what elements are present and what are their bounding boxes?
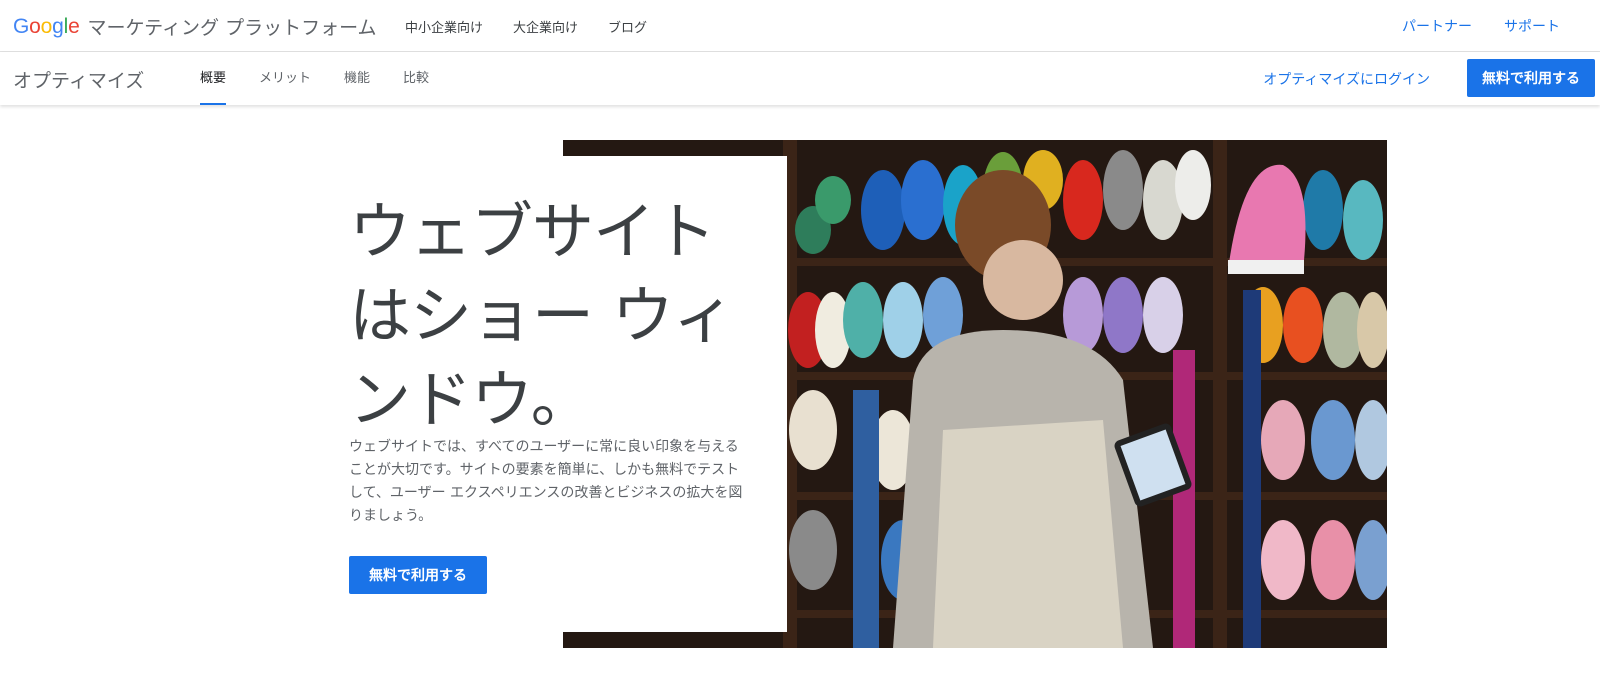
hero-description: ウェブサイトでは、すべてのユーザーに常に良い印象を与えることが大切です。サイトの… — [349, 439, 743, 524]
tab-features[interactable]: 機能 — [344, 52, 370, 105]
product-bar: オプティマイズ 概要 メリット 機能 比較 オプティマイズにログイン 無料で利用… — [0, 52, 1600, 105]
brand[interactable]: Google マーケティング プラットフォーム — [13, 13, 377, 40]
try-free-button-header[interactable]: 無料で利用する — [1467, 59, 1595, 97]
top-nav: 中小企業向け 大企業向け ブログ — [405, 17, 677, 36]
top-links: パートナー サポート — [1370, 16, 1560, 36]
top-bar: Google マーケティング プラットフォーム 中小企業向け 大企業向け ブログ… — [0, 0, 1600, 52]
nav-blog[interactable]: ブログ — [608, 17, 647, 36]
support-link[interactable]: サポート — [1504, 16, 1560, 36]
google-logo: Google — [13, 14, 80, 38]
tab-compare[interactable]: 比較 — [403, 52, 429, 105]
tab-benefits[interactable]: メリット — [259, 52, 311, 105]
brand-title: マーケティング プラットフォーム — [87, 17, 377, 39]
tab-overview[interactable]: 概要 — [200, 52, 227, 105]
nav-small-business[interactable]: 中小企業向け — [405, 17, 483, 36]
hero-headline: ウェブサイト はショー ウィ ンドウ。 — [349, 190, 749, 442]
partners-link[interactable]: パートナー — [1402, 16, 1472, 36]
hero-headline-line-1: ウェブサイト — [349, 195, 716, 268]
login-link[interactable]: オプティマイズにログイン — [1263, 69, 1430, 89]
product-tabs: 概要 メリット 機能 比較 — [200, 52, 462, 105]
product-name[interactable]: オプティマイズ — [13, 66, 144, 93]
hero-headline-line-2: はショー ウィ — [349, 279, 735, 352]
hero-headline-line-3: ンドウ。 — [349, 363, 593, 436]
nav-enterprise[interactable]: 大企業向け — [513, 17, 578, 36]
try-free-button-hero[interactable]: 無料で利用する — [349, 556, 487, 594]
